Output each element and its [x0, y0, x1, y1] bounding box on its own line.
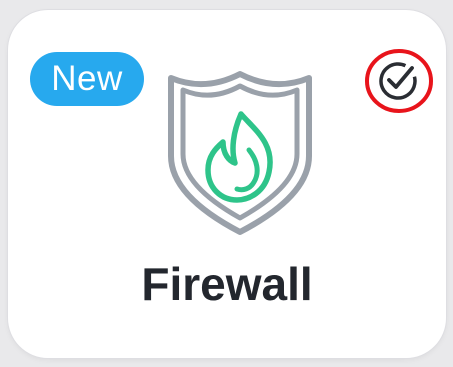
selected-status-indicator[interactable] [363, 47, 435, 115]
firewall-card[interactable]: New Firewall [8, 10, 446, 358]
card-title: Firewall [141, 258, 313, 310]
new-badge: New [30, 52, 144, 106]
shield-flame-icon [163, 68, 317, 238]
check-circle-icon [365, 49, 433, 113]
